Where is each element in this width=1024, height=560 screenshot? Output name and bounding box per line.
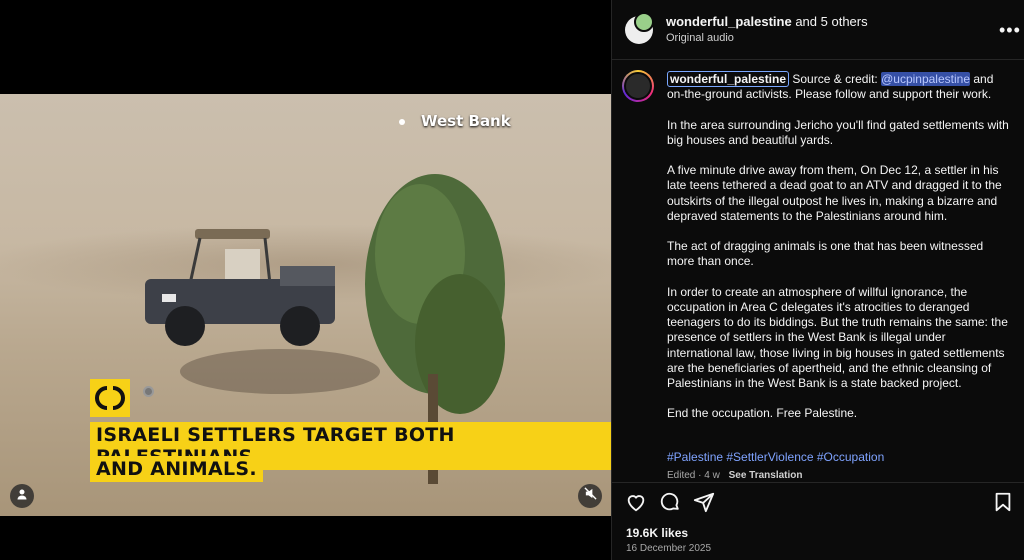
see-translation-link[interactable]: See Translation	[729, 470, 803, 481]
location-dot	[399, 119, 405, 125]
channel-logo-icon	[90, 379, 130, 417]
post-caption: wonderful_palestine Source & credit: @uc…	[667, 71, 1012, 437]
post-meta: Edited · 4 w See Translation	[667, 470, 803, 481]
tagged-users-button[interactable]	[10, 484, 34, 508]
hashtags[interactable]: #Palestine #SettlerViolence #Occupation	[667, 450, 884, 464]
post-viewer: West Bank ISRAELI SETTLERS TARGET BOTH P…	[0, 0, 1024, 560]
mute-button[interactable]	[578, 484, 602, 508]
user-icon	[16, 487, 28, 505]
caption-paragraph: In order to create an atmosphere of will…	[667, 284, 1008, 390]
post-header: wonderful_palestine and 5 others Origina…	[612, 0, 1024, 60]
media-pane: West Bank ISRAELI SETTLERS TARGET BOTH P…	[0, 0, 611, 560]
audio-label[interactable]: Original audio	[666, 32, 734, 44]
caption-paragraph: In the area surrounding Jericho you'll f…	[667, 117, 1009, 147]
mention-link[interactable]: @ucpinpalestine	[881, 72, 970, 86]
more-icon[interactable]: •••	[999, 20, 1021, 41]
caption-username[interactable]: wonderful_palestine	[667, 71, 790, 87]
author-username[interactable]: wonderful_palestine	[666, 14, 792, 29]
heart-icon[interactable]	[625, 491, 647, 513]
caption-avatar[interactable]	[622, 70, 654, 102]
caption-paragraph: A five minute drive away from them, On D…	[667, 163, 1002, 223]
caption-intro: Source & credit:	[792, 72, 878, 86]
author-line: wonderful_palestine and 5 others	[666, 14, 868, 29]
caption-paragraph: The act of dragging animals is one that …	[667, 239, 984, 269]
video-caption-line-2: AND ANIMALS.	[90, 456, 263, 482]
action-bar	[612, 482, 1024, 520]
post-info-pane: wonderful_palestine and 5 others Origina…	[611, 0, 1024, 560]
bookmark-icon[interactable]	[992, 491, 1014, 513]
atv-vehicle	[145, 229, 335, 346]
post-date: 16 December 2025	[626, 543, 712, 554]
video-player[interactable]: West Bank ISRAELI SETTLERS TARGET BOTH P…	[0, 94, 611, 516]
share-icon[interactable]	[693, 491, 715, 513]
location-label: West Bank	[421, 112, 511, 130]
mute-icon	[583, 487, 597, 505]
collab-text[interactable]: and 5 others	[795, 14, 867, 29]
caption-paragraph: End the occupation. Free Palestine.	[667, 406, 858, 421]
progress-dot	[143, 386, 154, 397]
collab-avatar[interactable]	[634, 12, 654, 32]
comment-icon[interactable]	[659, 491, 681, 513]
likes-count[interactable]: 19.6K likes	[626, 526, 688, 540]
edited-label: Edited · 4 w	[667, 470, 720, 481]
